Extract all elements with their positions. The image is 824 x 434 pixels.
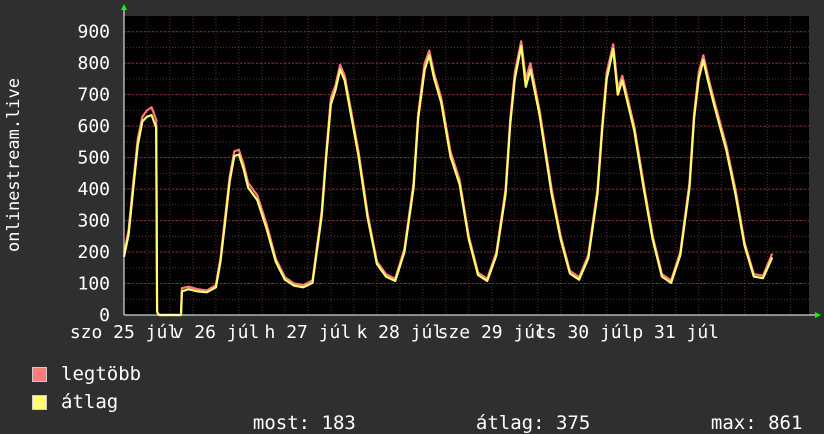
stat-average: átlag: 375: [453, 390, 590, 434]
legend-item-max: legtöbb: [32, 362, 141, 386]
x-tick-labels: szo 25 júlv 26 júl h 27 júl k 28 júlsze 29…: [70, 322, 719, 343]
y-tick-label: 700: [77, 85, 110, 106]
stat-average-value: 375: [555, 412, 591, 434]
y-tick-labels: 0100200300400500600700800900: [77, 22, 110, 326]
stat-max-value: 861: [768, 412, 803, 434]
stat-max: max: 861: [688, 390, 803, 434]
x-tick-label: k 28 júl: [356, 322, 443, 343]
y-tick-label: 200: [77, 242, 110, 263]
legend-label-avg: átlag: [61, 391, 119, 413]
x-axis-arrow: [815, 312, 821, 318]
stat-current-value: 183: [321, 412, 356, 434]
y-tick-label: 400: [77, 179, 110, 200]
y-axis-label: onlinestream.live: [4, 78, 24, 252]
legend-item-avg: átlag: [32, 390, 118, 414]
x-tick-label: sze 29 júl: [438, 322, 546, 343]
y-tick-label: 100: [77, 274, 110, 295]
y-axis-arrow: [121, 4, 127, 10]
plot-area: [124, 16, 809, 315]
y-tick-label: 300: [77, 211, 110, 232]
stat-average-label: átlag:: [475, 412, 545, 434]
x-tick-label: p 31 júl: [632, 322, 719, 343]
x-tick-label: h 27 júl: [265, 322, 352, 343]
stat-current-label: most:: [252, 412, 311, 434]
stat-max-label: max:: [710, 412, 757, 434]
legend-swatch-avg: [32, 394, 47, 410]
x-tick-label: cs 30 júl: [535, 322, 633, 343]
legend-swatch-max: [32, 366, 47, 382]
y-tick-label: 900: [77, 22, 110, 43]
y-tick-label: 600: [77, 116, 110, 137]
y-tick-label: 500: [77, 148, 110, 169]
stat-current: most: 183: [230, 390, 356, 434]
legend-label-max: legtöbb: [61, 363, 142, 385]
y-tick-label: 800: [77, 53, 110, 74]
x-tick-label: szo 25 júl: [70, 322, 178, 343]
x-tick-label: v 26 júl: [173, 322, 260, 343]
